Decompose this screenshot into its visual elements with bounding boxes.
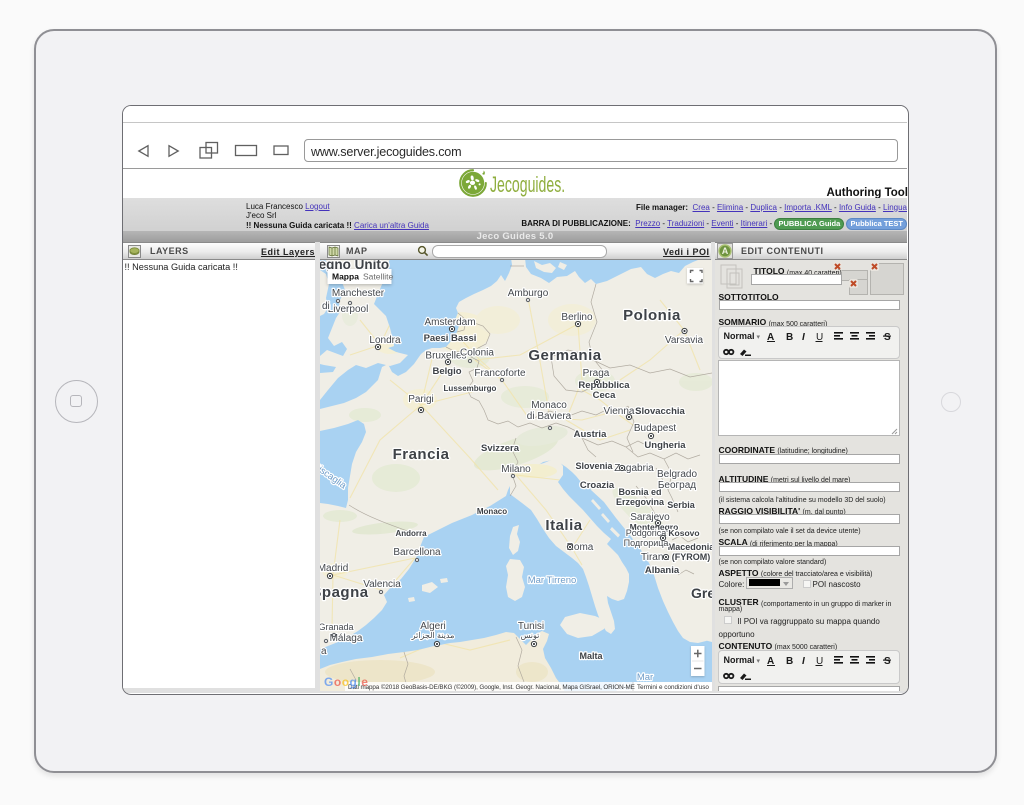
svg-text:Grec: Grec bbox=[691, 585, 712, 601]
svg-text:A: A bbox=[722, 246, 729, 256]
svg-text:Serbia: Serbia bbox=[667, 500, 696, 510]
svg-text:Polonia: Polonia bbox=[623, 307, 681, 324]
svg-text:Slovacchia: Slovacchia bbox=[635, 406, 685, 417]
svg-text:U: U bbox=[816, 656, 823, 666]
svg-text:S: S bbox=[884, 332, 891, 342]
svg-text:Spagna: Spagna bbox=[320, 584, 369, 601]
svg-text:a: a bbox=[321, 646, 327, 657]
svg-text:Croazia: Croazia bbox=[579, 480, 614, 491]
svg-text:Italia: Italia bbox=[545, 517, 582, 534]
svg-text:A: A bbox=[767, 656, 774, 666]
svg-text:تونس: تونس bbox=[520, 631, 539, 640]
svg-text:Manchester: Manchester bbox=[331, 288, 384, 299]
svg-text:Svizzera: Svizzera bbox=[480, 443, 519, 454]
svg-text:Germania: Germania bbox=[528, 347, 601, 364]
svg-text:Podgorica: Podgorica bbox=[625, 528, 666, 538]
svg-text:(FYROM): (FYROM) bbox=[671, 552, 710, 562]
svg-text:Praga: Praga bbox=[582, 368, 609, 379]
svg-text:di Baviera: di Baviera bbox=[526, 411, 571, 422]
svg-text:I: I bbox=[802, 656, 805, 666]
svg-text:Belgio: Belgio bbox=[432, 366, 461, 377]
svg-text:Madrid: Madrid bbox=[320, 563, 348, 574]
svg-text:Ceca: Ceca bbox=[592, 390, 615, 401]
svg-text:Colonia: Colonia bbox=[460, 348, 494, 359]
svg-text:S: S bbox=[884, 656, 891, 666]
svg-text:Slovenia: Slovenia bbox=[575, 461, 613, 471]
svg-text:Bosnia ed: Bosnia ed bbox=[618, 487, 661, 497]
svg-text:U: U bbox=[816, 332, 823, 342]
svg-text:Lussemburgo: Lussemburgo bbox=[443, 384, 496, 393]
svg-text:Granada: Granada bbox=[320, 622, 354, 632]
svg-text:Kosovo: Kosovo bbox=[668, 528, 699, 538]
svg-text:Mappa: Mappa bbox=[332, 271, 359, 281]
svg-text:Austria: Austria bbox=[573, 429, 606, 440]
svg-text:Liverpool: Liverpool bbox=[327, 304, 368, 315]
svg-text:Monaco: Monaco bbox=[476, 507, 506, 516]
svg-text:Varsavia: Varsavia bbox=[664, 335, 703, 346]
svg-text:Malta: Malta bbox=[579, 651, 603, 661]
svg-text:Termini e condizioni d'uso: Termini e condizioni d'uso bbox=[637, 684, 709, 691]
svg-text:B: B bbox=[786, 656, 793, 666]
svg-text:Satellite: Satellite bbox=[363, 271, 394, 281]
svg-text:Dati mappa ©2018 GeoBasis-DE/B: Dati mappa ©2018 GeoBasis-DE/BKG (©2009)… bbox=[348, 683, 635, 691]
svg-text:B: B bbox=[786, 332, 793, 342]
svg-text:Paesi Bassi: Paesi Bassi bbox=[423, 333, 476, 344]
svg-text:Erzegovina: Erzegovina bbox=[615, 497, 664, 507]
svg-text:Amsterdam: Amsterdam bbox=[424, 317, 475, 328]
svg-text:Belgrado: Belgrado bbox=[656, 469, 696, 480]
svg-text:Andorra: Andorra bbox=[395, 529, 427, 538]
svg-text:I: I bbox=[802, 332, 805, 342]
svg-text:Sarajevo: Sarajevo bbox=[630, 512, 670, 523]
svg-text:Google: Google bbox=[324, 675, 368, 689]
svg-text:Francoforte: Francoforte bbox=[474, 368, 526, 379]
svg-text:di: di bbox=[322, 301, 330, 312]
svg-text:Barcellona: Barcellona bbox=[393, 547, 441, 558]
svg-text:Parigi: Parigi bbox=[408, 394, 434, 405]
svg-text:Macedonia: Macedonia bbox=[667, 542, 711, 552]
svg-text:مدينة الجزائر: مدينة الجزائر bbox=[410, 631, 454, 640]
svg-text:Francia: Francia bbox=[392, 446, 449, 463]
svg-text:Mar Tirreno: Mar Tirreno bbox=[527, 575, 576, 586]
svg-text:Budapest: Budapest bbox=[633, 423, 675, 434]
svg-text:Amburgo: Amburgo bbox=[507, 288, 548, 299]
svg-text:Albania: Albania bbox=[644, 565, 679, 576]
svg-text:Monaco: Monaco bbox=[531, 400, 567, 411]
svg-text:Ungheria: Ungheria bbox=[644, 440, 686, 451]
svg-text:Београд: Београд bbox=[657, 480, 695, 491]
svg-text:Valencia: Valencia bbox=[363, 579, 401, 590]
svg-text:A: A bbox=[767, 332, 774, 342]
svg-text:Londra: Londra bbox=[369, 335, 401, 346]
svg-text:Milano: Milano bbox=[501, 464, 531, 475]
